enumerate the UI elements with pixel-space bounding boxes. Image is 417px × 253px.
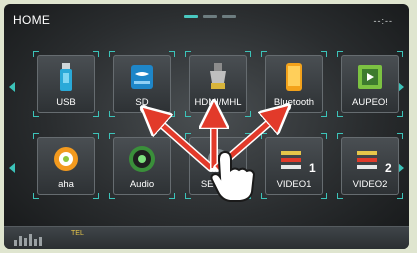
source-tile-aupeo[interactable]: AUPEO! [337, 51, 403, 117]
tile-corner-marker [397, 111, 403, 117]
tile-corner-marker [185, 111, 191, 117]
tile-corner-marker [169, 193, 175, 199]
tile-corner-marker [321, 51, 327, 57]
tile-corner-marker [245, 111, 251, 117]
tile-label: AUPEO! [352, 97, 388, 108]
page-title: HOME [13, 13, 51, 27]
tile-label: Audio [129, 179, 155, 190]
page-dot-3[interactable] [222, 15, 236, 18]
tile-corner-marker [397, 51, 403, 57]
tile-label: SD [135, 97, 149, 108]
tile-corner-marker [33, 111, 39, 117]
tile-corner-marker [33, 193, 39, 199]
source-tile-bluetooth[interactable]: Bluetooth [261, 51, 327, 117]
video-cables-icon [278, 143, 310, 175]
tile-corner-marker [337, 51, 343, 57]
source-tile-setup[interactable]: SET-UP [185, 133, 251, 199]
tile-label: HDMI/MHL [194, 97, 242, 108]
page-indicator [184, 15, 236, 18]
tile-corner-marker [245, 51, 251, 57]
tile-corner-marker [337, 133, 343, 139]
bluetooth-phone-icon [278, 61, 310, 93]
tile-label: USB [56, 97, 76, 108]
setup-gear-icon [202, 143, 234, 175]
source-tile-sd[interactable]: SD [109, 51, 175, 117]
scroll-left-arrow-icon[interactable] [9, 82, 15, 92]
tile-corner-marker [109, 51, 115, 57]
tile-corner-marker [93, 51, 99, 57]
tile-corner-marker [337, 193, 343, 199]
source-tile-video1[interactable]: 1 VIDEO1 [261, 133, 327, 199]
page-dot-2[interactable] [203, 15, 217, 18]
tile-corner-marker [337, 111, 343, 117]
tile-corner-marker [261, 51, 267, 57]
sd-card-icon [126, 61, 158, 93]
tile-corner-marker [321, 193, 327, 199]
tile-corner-marker [169, 133, 175, 139]
tile-corner-marker [261, 111, 267, 117]
source-tile-hdmi[interactable]: HDMI/MHL [185, 51, 251, 117]
page-dot-1[interactable] [184, 15, 198, 18]
tile-corner-marker [109, 111, 115, 117]
home-screen: HOME --:-- USB SD HDMI/MHL Bluetooth AUP… [4, 4, 409, 249]
tile-corner-marker [261, 193, 267, 199]
tile-corner-marker [93, 133, 99, 139]
tile-label: aha [58, 179, 74, 190]
tile-corner-marker [185, 51, 191, 57]
video-number: 2 [385, 161, 392, 175]
clock: --:-- [373, 16, 393, 26]
tile-corner-marker [169, 111, 175, 117]
tile-corner-marker [169, 51, 175, 57]
tile-corner-marker [93, 111, 99, 117]
aupeo-icon [354, 61, 386, 93]
bottom-bar: TEL [4, 226, 409, 249]
hdmi-connector-icon [202, 61, 234, 93]
scroll-left-arrow-icon[interactable] [9, 163, 15, 173]
tile-corner-marker [321, 111, 327, 117]
tile-label: VIDEO1 [276, 179, 312, 190]
tile-corner-marker [33, 133, 39, 139]
usb-drive-icon [50, 61, 82, 93]
drag-gesture-overlay [4, 4, 409, 202]
tile-corner-marker [109, 133, 115, 139]
tile-label: VIDEO2 [352, 179, 388, 190]
tel-button[interactable]: TEL [71, 230, 84, 237]
top-bar: HOME --:-- [4, 4, 409, 38]
tile-corner-marker [245, 133, 251, 139]
source-tile-usb[interactable]: USB [33, 51, 99, 117]
tile-label: SET-UP [200, 179, 236, 190]
tile-corner-marker [245, 193, 251, 199]
source-tile-aha[interactable]: aha [33, 133, 99, 199]
tile-corner-marker [261, 133, 267, 139]
tile-corner-marker [109, 193, 115, 199]
tile-corner-marker [397, 193, 403, 199]
video-cables-icon [354, 143, 386, 175]
device-frame: HOME --:-- USB SD HDMI/MHL Bluetooth AUP… [0, 0, 417, 253]
source-tile-audio[interactable]: Audio [109, 133, 175, 199]
tile-corner-marker [185, 193, 191, 199]
speaker-icon [126, 143, 158, 175]
tile-corner-marker [185, 133, 191, 139]
equalizer-icon[interactable] [14, 234, 42, 246]
tile-corner-marker [321, 133, 327, 139]
source-tile-video2[interactable]: 2 VIDEO2 [337, 133, 403, 199]
tile-corner-marker [397, 133, 403, 139]
aha-icon [50, 143, 82, 175]
tile-corner-marker [33, 51, 39, 57]
video-number: 1 [309, 161, 316, 175]
tile-label: Bluetooth [273, 97, 315, 108]
tile-corner-marker [93, 193, 99, 199]
